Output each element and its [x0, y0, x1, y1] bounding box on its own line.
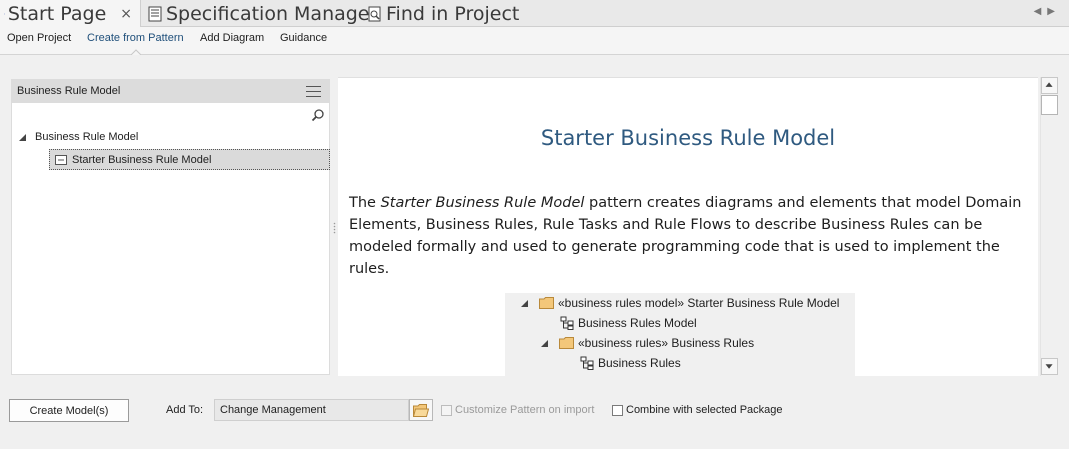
checkbox-box[interactable]: [441, 404, 452, 416]
search-icon[interactable]: [311, 108, 325, 122]
start-page-ribbon: Open Project Create from Pattern Add Dia…: [0, 27, 1069, 55]
expanded-caret-icon: [541, 339, 548, 347]
chevron-down-icon: [1045, 364, 1053, 369]
add-to-label: Add To:: [166, 404, 204, 416]
scroll-thumb[interactable]: [1041, 95, 1058, 115]
tree-item-label: Business Rule Model: [35, 131, 139, 143]
active-indicator-icon: [131, 49, 141, 55]
sample-row-label: «business rules model» Starter Business …: [558, 296, 840, 310]
ribbon-create-from-pattern[interactable]: Create from Pattern: [87, 32, 184, 44]
combine-package-checkbox[interactable]: Combine with selected Package: [612, 404, 783, 416]
pattern-icon: [55, 154, 67, 165]
menu-icon[interactable]: [306, 86, 321, 97]
sample-row: Business Rules Model: [560, 313, 697, 333]
expanded-caret-icon[interactable]: [18, 133, 27, 142]
scroll-down-button[interactable]: [1041, 358, 1058, 375]
content-scrollbar[interactable]: [1040, 77, 1058, 376]
sample-row-label: «business rules» Business Rules: [578, 336, 755, 350]
splitter-handle[interactable]: [333, 222, 336, 234]
sample-row: «business rules model» Starter Business …: [520, 293, 839, 313]
ribbon-add-diagram[interactable]: Add Diagram: [200, 32, 264, 44]
checkbox-box[interactable]: [612, 404, 623, 416]
chevron-up-icon: [1045, 82, 1053, 87]
tab-label: Specification Manager: [166, 2, 378, 25]
tab-start-page[interactable]: Start Page ×: [0, 0, 141, 27]
pattern-tree-panel: Business Rule Model Business Rule Model …: [11, 79, 330, 375]
expanded-caret-icon: [521, 299, 528, 307]
folder-icon: [539, 297, 554, 309]
start-page-icon: [4, 13, 5, 14]
tab-label: Start Page: [7, 2, 107, 25]
diagram-icon: [560, 316, 574, 330]
sample-row-label: Business Rules: [598, 356, 681, 370]
sample-row: «business rules» Business Rules: [540, 333, 754, 353]
description-lead: The: [349, 195, 381, 211]
ribbon-guidance[interactable]: Guidance: [280, 32, 327, 44]
tab-label: Find in Project: [386, 2, 520, 25]
folder-open-icon: [413, 403, 429, 417]
pattern-title: Starter Business Rule Model: [540, 126, 836, 150]
browse-package-button[interactable]: [409, 399, 433, 421]
scroll-up-button[interactable]: [1041, 77, 1058, 94]
checkbox-label: Combine with selected Package: [626, 404, 783, 416]
find-icon: [368, 6, 381, 21]
pattern-description: The Starter Business Rule Model pattern …: [349, 192, 1029, 280]
tree-item-business-rule-model[interactable]: Business Rule Model: [18, 129, 138, 145]
sample-row: Business Rules: [580, 353, 681, 373]
tab-find-in-project[interactable]: Find in Project: [363, 0, 519, 27]
panel-title: Business Rule Model: [17, 85, 121, 97]
checkbox-label: Customize Pattern on import: [455, 404, 595, 416]
pattern-description-panel: Starter Business Rule Model The Starter …: [338, 77, 1038, 377]
sample-row-label: Business Rules Model: [578, 316, 697, 330]
tab-specification-manager[interactable]: Specification Manager: [143, 0, 377, 27]
folder-icon: [559, 337, 574, 349]
description-pattern-name: Starter Business Rule Model: [380, 195, 585, 211]
tab-scroll-arrows[interactable]: ◀▶: [1034, 6, 1061, 17]
diagram-icon: [580, 356, 594, 370]
specification-icon: [148, 6, 162, 21]
tree-item-starter-business-rule-model[interactable]: Starter Business Rule Model: [49, 149, 330, 170]
close-icon[interactable]: ×: [120, 6, 132, 22]
ribbon-open-project[interactable]: Open Project: [7, 32, 71, 44]
sample-package-tree: «business rules model» Starter Business …: [505, 293, 855, 377]
create-models-button[interactable]: Create Model(s): [9, 399, 129, 422]
panel-header: Business Rule Model: [12, 80, 329, 103]
customize-pattern-checkbox[interactable]: Customize Pattern on import: [441, 404, 594, 416]
add-to-field[interactable]: Change Management: [214, 399, 409, 421]
tree-item-label: Starter Business Rule Model: [72, 153, 212, 166]
document-tab-bar: Start Page × Specification Manager Find …: [0, 0, 1069, 27]
